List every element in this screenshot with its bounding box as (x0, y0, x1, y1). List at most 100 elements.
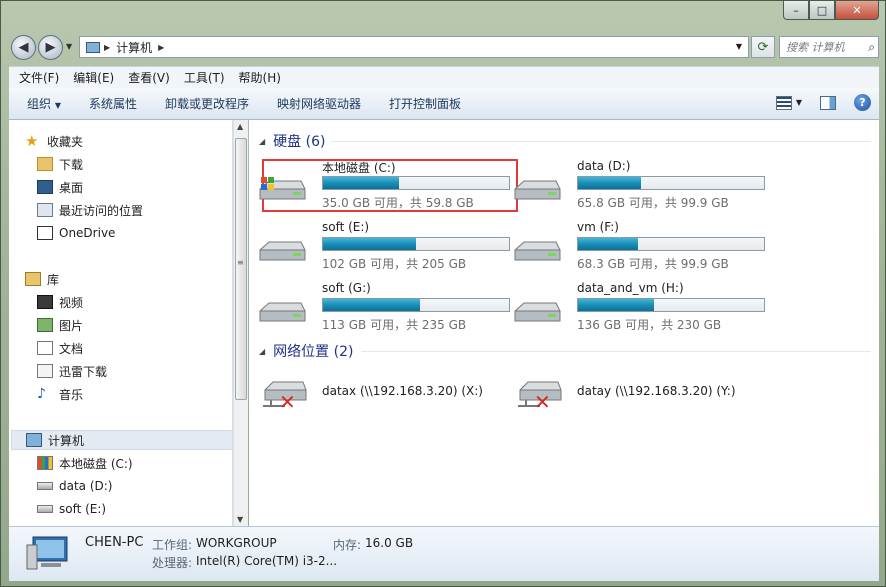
drive-usage-fill (578, 238, 638, 250)
back-button[interactable]: ◀ (11, 35, 36, 60)
sidebar-item-label: soft (E:) (59, 502, 107, 516)
address-bar[interactable]: ▶ 计算机 ▶ ▼ (79, 36, 749, 58)
menu-view[interactable]: 查看(V) (128, 69, 170, 86)
open-control-panel-button[interactable]: 打开控制面板 (389, 95, 461, 112)
map-network-drive-button[interactable]: 映射网络驱动器 (277, 95, 361, 112)
view-options-dropdown-icon[interactable]: ▼ (796, 98, 802, 107)
network-drive-x[interactable]: ✕ datax (\\192.168.3.20) (X:) (249, 372, 499, 414)
organize-dropdown-icon: ▼ (54, 101, 61, 110)
scroll-thumb[interactable] (235, 138, 247, 400)
search-icon[interactable]: ⌕ (868, 40, 875, 55)
libraries-icon (25, 272, 41, 286)
group-hard-disks[interactable]: ◢ 硬盘 (6) (259, 131, 871, 151)
search-input[interactable]: 搜索 计算机 ⌕ (779, 36, 879, 58)
drive-usage-fill (323, 177, 400, 189)
sidebar-item-libraries[interactable]: 库 (25, 269, 232, 289)
memory-value: 16.0 GB (365, 536, 414, 550)
sidebar-item-music[interactable]: ♪ 音乐 (37, 384, 232, 404)
menu-edit[interactable]: 编辑(E) (73, 69, 114, 86)
sidebar-item-drive-d[interactable]: data (D:) (37, 476, 232, 496)
drive-g[interactable]: soft (G:) 113 GB 可用，共 235 GB (249, 281, 510, 339)
sidebar-item-desktop[interactable]: 桌面 (37, 177, 232, 197)
breadcrumb-computer[interactable]: 计算机 (116, 39, 152, 56)
menu-tools[interactable]: 工具(T) (184, 69, 225, 86)
menu-bar: 文件(F) 编辑(E) 查看(V) 工具(T) 帮助(H) (9, 66, 879, 88)
sidebar-item-onedrive[interactable]: OneDrive (37, 223, 232, 243)
drive-space-info: 35.0 GB 可用，共 59.8 GB (322, 196, 474, 210)
sidebar-item-drive-c[interactable]: 本地磁盘 (C:) (37, 453, 232, 473)
system-properties-button[interactable]: 系统属性 (89, 95, 137, 112)
organize-button[interactable]: 组织 ▼ (27, 95, 61, 112)
menu-file[interactable]: 文件(F) (19, 69, 59, 86)
sidebar-item-label: 下载 (59, 157, 84, 172)
minimize-button[interactable]: – (783, 1, 809, 20)
organize-label: 组织 (27, 97, 52, 111)
drive-space-info: 136 GB 可用，共 230 GB (577, 318, 722, 332)
navigation-pane: ★ 收藏夹 下载 桌面 最近访问的位置 OneDrive 库 视频 图片 文档 … (9, 120, 233, 526)
sidebar-item-label: data (D:) (59, 479, 113, 493)
drive-c[interactable]: 本地磁盘 (C:) 35.0 GB 可用，共 59.8 GB (249, 159, 510, 217)
menu-help[interactable]: 帮助(H) (239, 69, 281, 86)
nav-pane-scrollbar[interactable]: ▲ ≡ ▼ (233, 120, 248, 526)
drive-name: 本地磁盘 (C:) (322, 161, 396, 175)
workgroup-label: 工作组: (152, 538, 193, 552)
help-icon[interactable]: ? (854, 94, 871, 111)
collapse-chevron-icon[interactable]: ◢ (259, 347, 265, 356)
drive-usage-fill (578, 177, 642, 189)
network-drive-name: datay (\\192.168.3.20) (Y:) (577, 384, 736, 398)
drive-usage-bar (577, 237, 765, 251)
drive-e[interactable]: soft (E:) 102 GB 可用，共 205 GB (249, 220, 510, 278)
content-pane: ◢ 硬盘 (6) 本地磁盘 (C:) 35.0 GB 可用，共 59.8 GB (249, 120, 879, 526)
drive-name: vm (F:) (577, 220, 619, 234)
video-icon (37, 295, 53, 309)
sidebar-item-videos[interactable]: 视频 (37, 292, 232, 312)
disconnected-x-icon: ✕ (534, 390, 551, 414)
explorer-window: – □ ✕ ◀ ▶ ▼ ▶ 计算机 ▶ ▼ ⟳ 搜索 计算机 ⌕ 文件(F) 编… (0, 0, 886, 587)
drive-d[interactable]: data (D:) 65.8 GB 可用，共 99.9 GB (504, 159, 765, 217)
sidebar-item-drive-e[interactable]: soft (E:) (37, 499, 232, 519)
drive-usage-bar (322, 298, 510, 312)
drive-h[interactable]: data_and_vm (H:) 136 GB 可用，共 230 GB (504, 281, 765, 339)
sidebar-item-downloads[interactable]: 下载 (37, 154, 232, 174)
drive-usage-bar (322, 237, 510, 251)
onedrive-icon (37, 226, 53, 240)
close-button[interactable]: ✕ (835, 1, 879, 20)
breadcrumb-chevron-icon[interactable]: ▶ (104, 43, 110, 52)
sidebar-item-pictures[interactable]: 图片 (37, 315, 232, 335)
sidebar-item-documents[interactable]: 文档 (37, 338, 232, 358)
change-view-icon[interactable] (775, 95, 792, 110)
address-dropdown-icon[interactable]: ▼ (736, 42, 742, 51)
sidebar-item-label: 库 (47, 272, 60, 287)
refresh-button[interactable]: ⟳ (751, 36, 775, 58)
computer-icon (86, 41, 100, 53)
maximize-button[interactable]: □ (809, 1, 835, 20)
forward-button[interactable]: ▶ (38, 35, 63, 60)
hard-drive-icon (514, 180, 561, 200)
network-drive-y[interactable]: ✕ datay (\\192.168.3.20) (Y:) (504, 372, 754, 414)
refresh-icon: ⟳ (757, 39, 769, 55)
collapse-chevron-icon[interactable]: ◢ (259, 137, 265, 146)
drive-space-info: 65.8 GB 可用，共 99.9 GB (577, 196, 729, 210)
drive-usage-bar (577, 176, 765, 190)
drive-usage-fill (323, 238, 416, 250)
scroll-down-icon[interactable]: ▼ (237, 515, 243, 524)
preview-pane-icon[interactable] (820, 95, 836, 110)
sidebar-item-recent-places[interactable]: 最近访问的位置 (37, 200, 232, 220)
recent-pages-dropdown-icon[interactable]: ▼ (66, 42, 72, 51)
uninstall-program-button[interactable]: 卸载或更改程序 (165, 95, 249, 112)
drive-name: data (D:) (577, 159, 631, 173)
sidebar-item-favorites[interactable]: ★ 收藏夹 (25, 131, 232, 151)
processor-value: Intel(R) Core(TM) i3-2... (196, 554, 338, 568)
sidebar-item-label: 迅雷下载 (59, 364, 108, 379)
group-network-locations[interactable]: ◢ 网络位置 (2) (259, 341, 871, 361)
sidebar-item-thunder-downloads[interactable]: 迅雷下载 (37, 361, 232, 381)
drive-space-info: 102 GB 可用，共 205 GB (322, 257, 467, 271)
computer-icon (26, 433, 42, 447)
drive-space-info: 68.3 GB 可用，共 99.9 GB (577, 257, 729, 271)
recent-places-icon (37, 203, 53, 217)
scroll-up-icon[interactable]: ▲ (237, 122, 243, 131)
drive-f[interactable]: vm (F:) 68.3 GB 可用，共 99.9 GB (504, 220, 765, 278)
breadcrumb-chevron-icon[interactable]: ▶ (158, 43, 164, 52)
pictures-icon (37, 318, 53, 332)
sidebar-item-computer[interactable]: 计算机 (11, 430, 232, 450)
